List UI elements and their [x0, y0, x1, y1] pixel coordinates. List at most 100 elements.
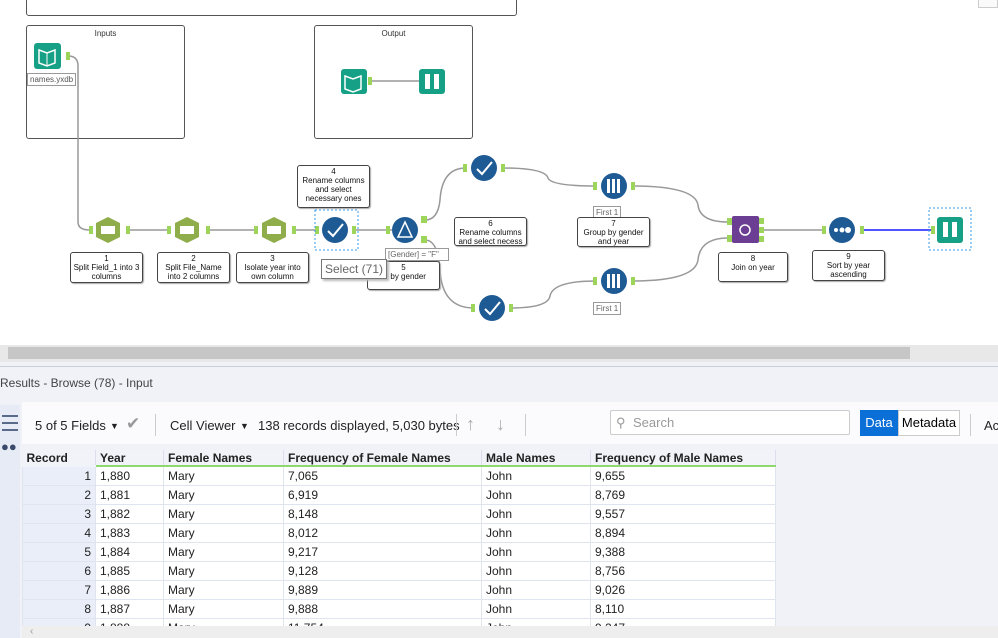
record-number[interactable]: 6 — [22, 560, 96, 581]
chevron-left-icon[interactable]: ‹ — [30, 626, 33, 637]
records-status: 138 records displayed, 5,030 bytes — [258, 418, 460, 433]
divider — [970, 414, 971, 436]
table-cell[interactable]: Mary — [163, 579, 284, 600]
connection — [424, 167, 467, 221]
filter-annotation: [Gender] = "F" — [385, 248, 449, 261]
divider — [155, 414, 156, 436]
table-cell[interactable]: 1,887 — [95, 598, 164, 619]
cell-viewer-dropdown[interactable]: Cell Viewer — [170, 418, 236, 433]
filter-tool — [392, 217, 418, 243]
table-cell[interactable]: Mary — [163, 503, 284, 524]
table-cell[interactable]: 1,881 — [95, 484, 164, 505]
record-number[interactable]: 8 — [22, 598, 96, 619]
table-cell[interactable]: 9,655 — [590, 465, 776, 486]
table-cell[interactable]: 9,026 — [590, 579, 776, 600]
scrollbar-thumb[interactable] — [8, 347, 910, 359]
table-cell[interactable]: 8,012 — [283, 522, 482, 543]
table-cell[interactable]: Mary — [163, 541, 284, 562]
sort-tool — [829, 217, 855, 243]
table-cell[interactable]: John — [481, 465, 591, 486]
list-icon[interactable] — [2, 415, 18, 431]
divider — [525, 414, 526, 436]
workflow-canvas[interactable]: Inputs Output names.yxdb 1 Split Field_1… — [0, 0, 998, 345]
arrow-down-icon[interactable]: ↓ — [496, 414, 505, 435]
search-placeholder: Search — [633, 415, 675, 430]
table-cell[interactable]: 1,885 — [95, 560, 164, 581]
table-row[interactable]: 6 1,885 Mary 9,128 John 8,756 — [22, 560, 776, 581]
record-number[interactable]: 1 — [22, 465, 96, 486]
table-row[interactable]: 5 1,884 Mary 9,217 John 9,388 — [22, 541, 776, 562]
column-header[interactable]: Record — [22, 450, 96, 467]
connections — [34, 43, 972, 321]
table-cell[interactable]: 9,888 — [283, 598, 482, 619]
table-cell[interactable]: John — [481, 598, 591, 619]
table-cell[interactable]: 1,882 — [95, 503, 164, 524]
table-cell[interactable]: 9,217 — [283, 541, 482, 562]
table-cell[interactable]: 8,756 — [590, 560, 776, 581]
table-row[interactable]: 2 1,881 Mary 6,919 John 8,769 — [22, 484, 776, 505]
arrow-up-icon[interactable]: ↑ — [466, 414, 475, 435]
table-cell[interactable]: 9,388 — [590, 541, 776, 562]
table-cell[interactable]: 1,884 — [95, 541, 164, 562]
tab-metadata[interactable]: Metadata — [898, 410, 960, 436]
table-cell[interactable]: 9,557 — [590, 503, 776, 524]
browse-tool — [419, 69, 445, 94]
tool-label-7: 7 Group by gender and year — [577, 217, 650, 247]
table-row[interactable]: 4 1,883 Mary 8,012 John 8,894 — [22, 522, 776, 543]
chevron-down-icon[interactable]: ▼ — [240, 421, 249, 431]
table-cell[interactable]: Mary — [163, 522, 284, 543]
column-header[interactable]: Frequency of Male Names — [590, 450, 776, 467]
browse-tool — [937, 217, 963, 243]
table-cell[interactable]: John — [481, 541, 591, 562]
column-header[interactable]: Frequency of Female Names — [283, 450, 482, 467]
tool-label-1: 1 Split Field_1 into 3 columns — [70, 252, 143, 283]
table-cell[interactable]: John — [481, 503, 591, 524]
binoculars-icon[interactable]: ●● — [1, 439, 19, 454]
table-cell[interactable]: Mary — [163, 484, 284, 505]
column-header[interactable]: Year — [95, 450, 164, 467]
tool-label-6: 6 Rename columns and select necess — [454, 217, 527, 246]
table-cell[interactable]: Mary — [163, 465, 284, 486]
divider — [456, 414, 457, 436]
results-sidebar: ●● — [0, 405, 20, 638]
column-header[interactable]: Female Names — [163, 450, 284, 467]
checkmark-icon[interactable]: ✔ — [126, 414, 140, 434]
table-cell[interactable]: 1,880 — [95, 465, 164, 486]
actions-button[interactable]: Ac — [984, 418, 998, 433]
table-cell[interactable]: 1,886 — [95, 579, 164, 600]
table-cell[interactable]: Mary — [163, 598, 284, 619]
table-row[interactable]: 7 1,886 Mary 9,889 John 9,026 — [22, 579, 776, 600]
column-header[interactable]: Male Names — [481, 450, 591, 467]
select-tool — [322, 217, 348, 243]
table-cell[interactable]: 6,919 — [283, 484, 482, 505]
record-number[interactable]: 7 — [22, 579, 96, 600]
table-cell[interactable]: 9,889 — [283, 579, 482, 600]
table-row[interactable]: 8 1,887 Mary 9,888 John 8,110 — [22, 598, 776, 619]
table-cell[interactable]: 8,148 — [283, 503, 482, 524]
table-cell[interactable]: 9,128 — [283, 560, 482, 581]
tooltip: Select (71) — [321, 259, 388, 279]
chevron-down-icon[interactable]: ▼ — [110, 421, 119, 431]
fields-dropdown[interactable]: 5 of 5 Fields — [35, 418, 106, 433]
table-cell[interactable]: John — [481, 484, 591, 505]
table-cell[interactable]: 8,894 — [590, 522, 776, 543]
table-row[interactable]: 3 1,882 Mary 8,148 John 9,557 — [22, 503, 776, 524]
table-cell[interactable]: 1,883 — [95, 522, 164, 543]
table-cell[interactable]: 8,769 — [590, 484, 776, 505]
table-cell[interactable]: Mary — [163, 560, 284, 581]
search-input[interactable]: ⚲ Search — [610, 410, 850, 435]
table-cell[interactable]: 8,110 — [590, 598, 776, 619]
table-cell[interactable]: 7,065 — [283, 465, 482, 486]
table-cell[interactable]: John — [481, 560, 591, 581]
record-number[interactable]: 4 — [22, 522, 96, 543]
table-cell[interactable]: John — [481, 522, 591, 543]
record-number[interactable]: 2 — [22, 484, 96, 505]
summarize-tool — [601, 173, 627, 199]
record-number[interactable]: 3 — [22, 503, 96, 524]
tab-data[interactable]: Data — [860, 410, 898, 436]
record-number[interactable]: 5 — [22, 541, 96, 562]
table-cell[interactable]: John — [481, 579, 591, 600]
table-horizontal-scrollbar[interactable]: ‹ — [22, 626, 998, 638]
summarize-tool — [601, 268, 627, 294]
table-row[interactable]: 1 1,880 Mary 7,065 John 9,655 — [22, 465, 776, 486]
